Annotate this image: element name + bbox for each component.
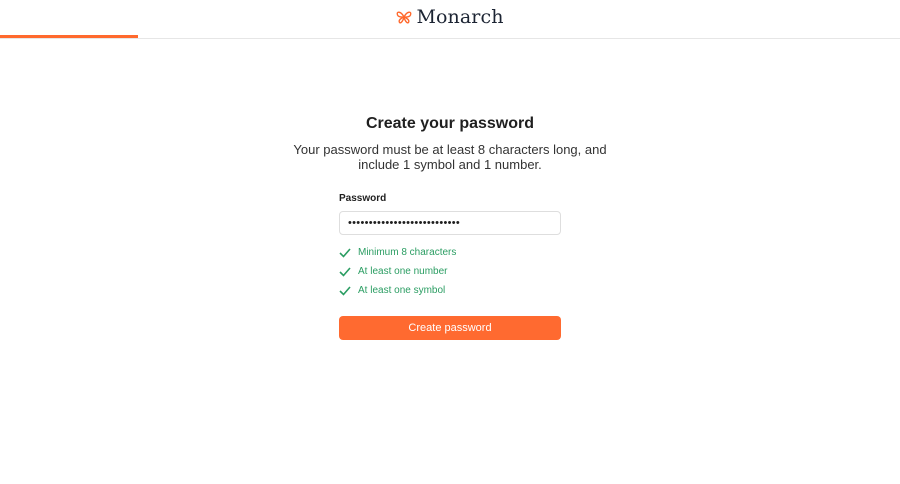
create-password-button[interactable]: Create password [339,316,561,340]
create-password-form: Create your password Your password must … [293,114,607,340]
logo-text: Monarch [416,6,504,28]
butterfly-icon [396,10,412,24]
rule-label: At least one symbol [358,285,446,296]
rule-symbol: At least one symbol [339,281,561,300]
password-label: Password [339,193,387,204]
rule-label: Minimum 8 characters [358,247,457,258]
rule-label: At least one number [358,266,448,277]
page-title: Create your password [365,115,535,132]
password-rules-list: Minimum 8 characters At least one number… [339,243,561,300]
logo: Monarch [0,6,900,28]
progress-bar-fill [0,35,138,38]
rule-number: At least one number [339,262,561,281]
top-bar: Monarch [0,0,900,39]
rule-min-length: Minimum 8 characters [339,243,561,262]
password-input[interactable]: ••••••••••••••••••••••••••• [339,211,561,235]
checkmark-icon [339,285,358,296]
page-subtitle: Your password must be at least 8 charact… [293,142,607,172]
checkmark-icon [339,247,358,258]
progress-bar [0,35,900,38]
checkmark-icon [339,266,358,277]
